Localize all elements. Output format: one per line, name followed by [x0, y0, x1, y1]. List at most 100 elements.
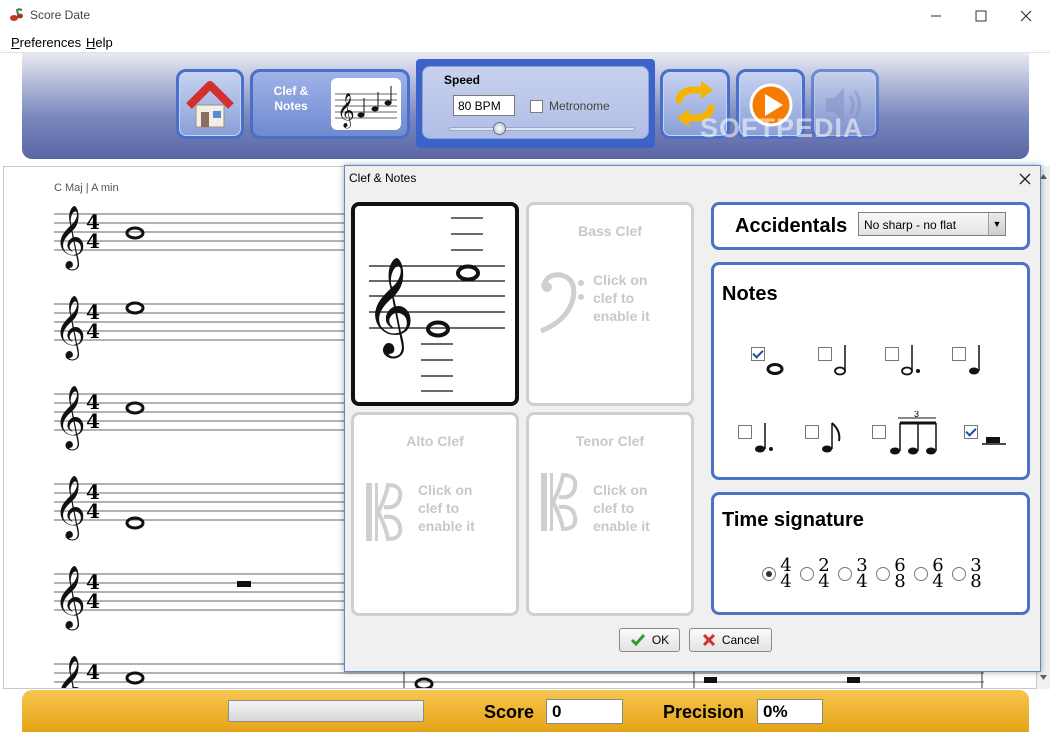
time-sig-radio-6-4[interactable] [914, 567, 928, 581]
hint-line: enable it [418, 518, 475, 534]
metronome-label: Metronome [549, 99, 610, 113]
cancel-x-icon [702, 633, 715, 647]
clef-card-alto[interactable]: Alto Clef Click on clef to enable it [351, 412, 519, 616]
time-sig-3-4: 34 [855, 557, 869, 591]
treble-clef-icon: 𝄞 [54, 475, 86, 541]
menu-help[interactable]: Help [86, 35, 113, 50]
close-icon [1019, 173, 1031, 185]
rest-mark [847, 677, 860, 683]
staff-1: 𝄞 4 4 [54, 205, 344, 271]
cancel-button[interactable]: Cancel [689, 628, 772, 652]
clef-notes-button-label: Clef & Notes [273, 84, 309, 113]
note-checkbox-rest[interactable] [964, 425, 978, 439]
speed-slider-thumb[interactable] [493, 122, 507, 135]
whole-rest [237, 581, 251, 587]
close-window-button[interactable] [1003, 0, 1049, 31]
staff-thumbnail-icon: 𝄞 [335, 86, 397, 129]
hint-line: Click on [593, 482, 648, 498]
clef-card-hint: Click on clef to enable it [418, 481, 475, 535]
clef-notes-button[interactable]: Clef & Notes 𝄞 [250, 69, 410, 139]
scroll-down-icon[interactable] [1037, 671, 1050, 685]
bottom-bar: Score 0 Precision 0% [22, 690, 1029, 732]
note-checkbox-eighth[interactable] [805, 425, 819, 439]
bpm-input[interactable]: 80 BPM [453, 95, 515, 116]
hint-line: enable it [593, 518, 650, 534]
time-sig-2-4: 24 [817, 557, 831, 592]
time-sig-radio-3-4[interactable] [838, 567, 852, 581]
menu-preferences[interactable]: Preferences [11, 35, 81, 50]
clef-card-title: Tenor Clef [575, 433, 645, 449]
svg-text:𝄞: 𝄞 [337, 93, 355, 129]
note-checkbox-quarter[interactable] [952, 347, 966, 361]
time-sig-radio-4-4[interactable] [762, 567, 776, 581]
accidentals-panel: Accidentals No sharp - no flat ▼ [711, 202, 1030, 250]
speed-panel-inner: Speed 80 BPM Metronome [422, 66, 649, 139]
accidentals-selected: No sharp - no flat [864, 218, 957, 232]
metronome-checkbox[interactable] [530, 100, 543, 113]
score-label: Score [484, 702, 535, 722]
home-button[interactable] [176, 69, 244, 139]
time-sig-radio-3-8[interactable] [952, 567, 966, 581]
minimize-icon [931, 15, 941, 16]
rest-icon [982, 437, 1006, 445]
treble-clef-icon: 𝄞 [54, 295, 86, 361]
whole-note [125, 226, 145, 240]
treble-clef-icon: 𝄞 [54, 655, 86, 689]
close-icon [1020, 10, 1032, 21]
staff-3: 𝄞 4 4 [54, 385, 344, 451]
treble-clef-staff-icon: 𝄞 [365, 217, 505, 392]
hint-line: Click on [418, 482, 473, 498]
accidentals-select[interactable]: No sharp - no flat ▼ [858, 212, 1006, 236]
hint-line: enable it [593, 308, 650, 324]
note-checkbox-dotted-half[interactable] [885, 347, 899, 361]
menu-help-mnemonic: H [86, 35, 96, 50]
note-checkbox-whole[interactable] [751, 347, 765, 361]
maximize-button[interactable] [958, 0, 1004, 31]
alto-clef-icon [366, 482, 403, 542]
chevron-down-icon: ▼ [988, 213, 1005, 235]
time-sig-radio-6-8[interactable] [876, 567, 890, 581]
speed-slider-track[interactable] [449, 127, 635, 131]
clef-card-tenor[interactable]: Tenor Clef Click on clef to enable it [526, 412, 694, 616]
staff-5: 𝄞 4 4 [54, 565, 344, 631]
score-field: 0 [546, 699, 623, 724]
dialog-close-button[interactable] [1015, 169, 1035, 189]
clef-card-title: Alto Clef [406, 433, 464, 449]
window-title: Score Date [30, 8, 91, 22]
speed-title: Speed [444, 73, 481, 87]
accidentals-label: Accidentals [735, 215, 848, 237]
time-sig-top: 4 [86, 660, 100, 684]
clef-card-treble[interactable]: 𝄞 [351, 202, 519, 406]
time-sig-bottom: 4 [86, 589, 100, 613]
clef-card-bass[interactable]: Bass Clef Click on clef to enable it [526, 202, 694, 406]
dotted-quarter-note-icon [755, 423, 773, 453]
note-checkbox-triplet[interactable] [872, 425, 886, 439]
time-sig-radio-2-4[interactable] [800, 567, 814, 581]
ok-button[interactable]: OK [619, 628, 680, 652]
notes-panel: Notes 3 [711, 262, 1030, 480]
eighth-note-icon [822, 422, 841, 453]
time-sig-6-8: 68 [893, 557, 907, 592]
time-sig-3-8: 38 [969, 557, 983, 591]
dialog-title: Clef & Notes [349, 171, 417, 185]
minimize-button[interactable] [913, 0, 959, 31]
clef-card-hint: Click on clef to enable it [593, 481, 650, 535]
staff-2: 𝄞 4 4 [54, 295, 344, 361]
time-sig-bottom: 4 [86, 499, 100, 523]
hint-line: clef to [418, 500, 460, 516]
note-checkbox-half[interactable] [818, 347, 832, 361]
time-sig-bottom: 4 [818, 571, 830, 592]
note-checkbox-dotted-quarter[interactable] [738, 425, 752, 439]
time-sig-bottom: 8 [894, 571, 906, 592]
whole-note [125, 516, 145, 530]
home-icon [186, 81, 234, 128]
time-sig-bottom: 4 [932, 571, 944, 592]
hint-line: clef to [593, 290, 635, 306]
progress-bar [228, 700, 424, 722]
rest-mark [704, 677, 717, 683]
triplet-number: 3 [914, 411, 919, 419]
clef-notes-dialog: Clef & Notes 𝄞 Bass Clef Click on clef t… [344, 165, 1041, 672]
whole-note [414, 677, 434, 688]
clef-card-title: Bass Clef [578, 223, 642, 239]
clef-card-hint: Click on clef to enable it [593, 271, 650, 325]
